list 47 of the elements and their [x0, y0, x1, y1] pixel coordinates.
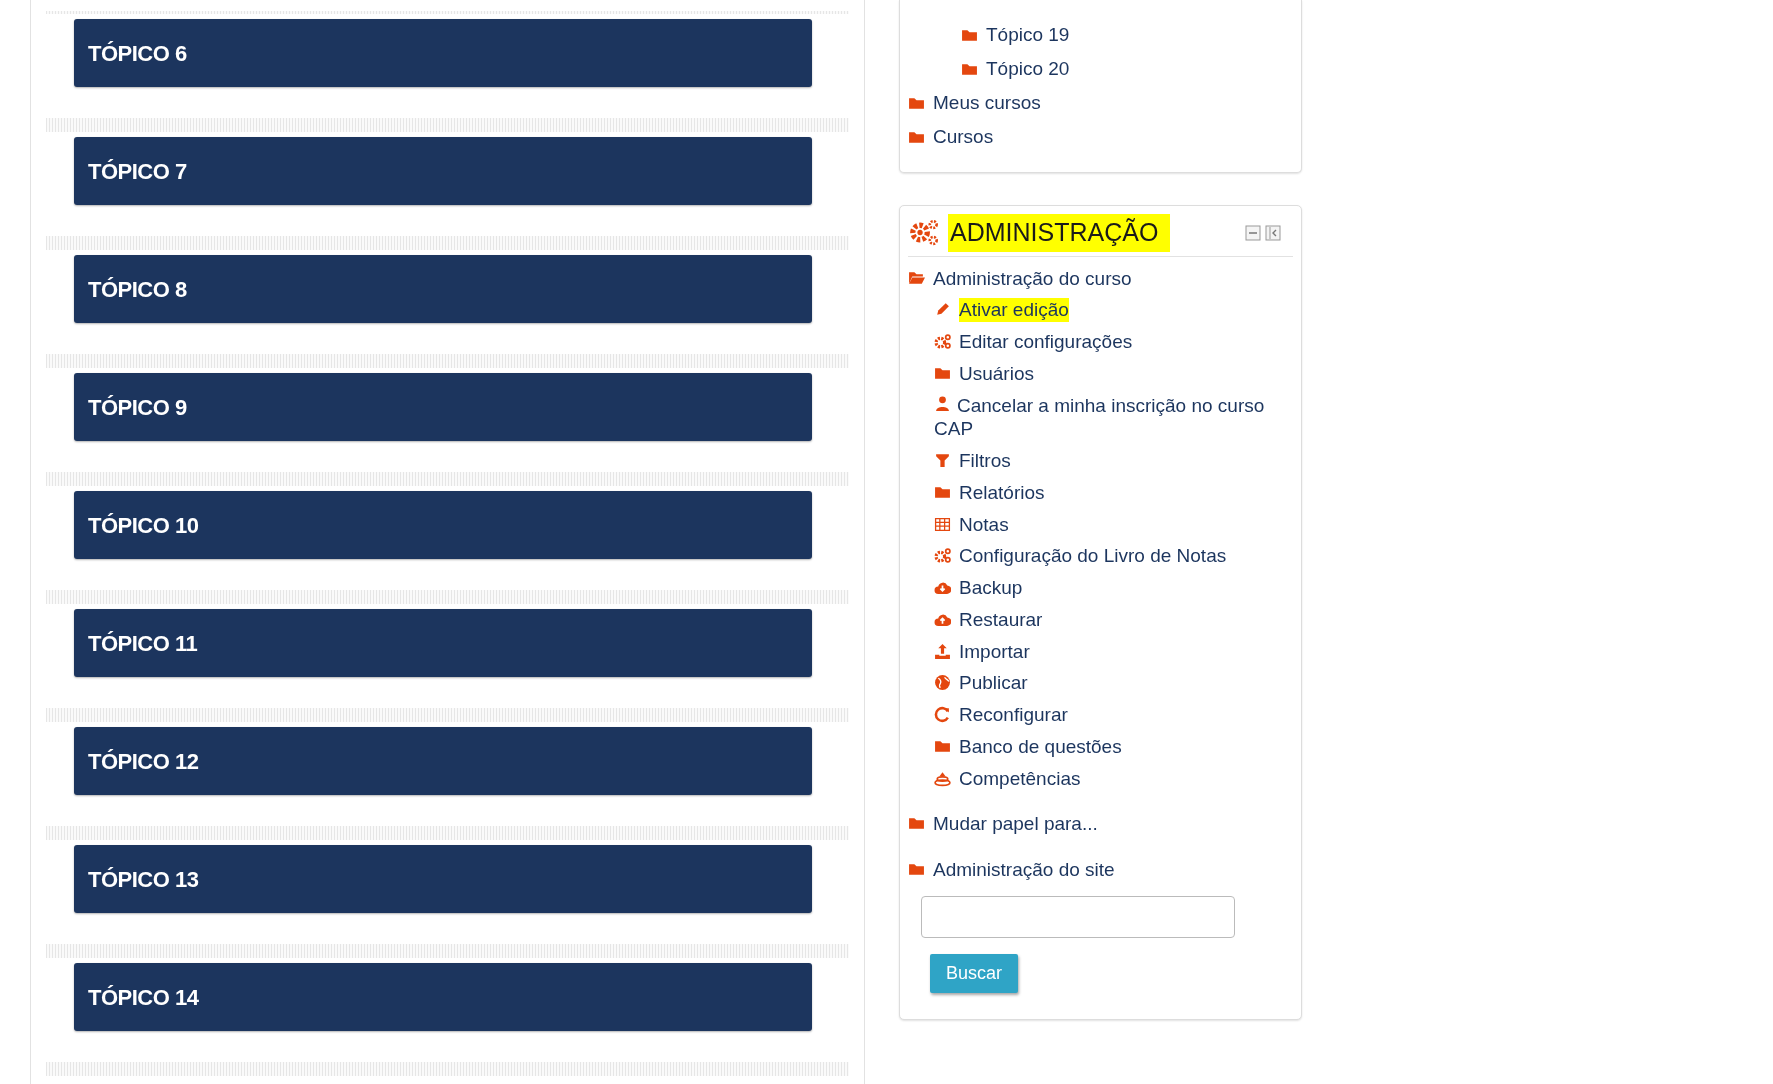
- search-field[interactable]: [921, 895, 1235, 938]
- open-folder-icon: [908, 269, 925, 287]
- menu-link[interactable]: Banco de questões: [959, 734, 1122, 759]
- upload-icon: [934, 642, 951, 660]
- topic-header[interactable]: TÓPICO 14: [74, 963, 812, 1031]
- menu-link[interactable]: Administração do site: [933, 858, 1115, 882]
- panel-title: ADMINISTRAÇÃO: [948, 214, 1171, 252]
- menu-link[interactable]: Relatórios: [959, 480, 1045, 505]
- topic-header[interactable]: TÓPICO 11: [74, 609, 812, 677]
- nav-link[interactable]: Cursos: [933, 122, 994, 152]
- topic-header[interactable]: TÓPICO 6: [74, 19, 812, 87]
- menu-link[interactable]: Notas: [959, 512, 1009, 537]
- grid-icon: [934, 515, 951, 533]
- menu-link[interactable]: Configuração do Livro de Notas: [959, 544, 1227, 568]
- menu-link[interactable]: Cancelar a minha inscrição no curso CAP: [934, 393, 1293, 441]
- topic-header[interactable]: TÓPICO 10: [74, 491, 812, 559]
- folder-icon: [908, 861, 925, 878]
- nav-link[interactable]: Tópico 20: [986, 54, 1070, 84]
- topic-header[interactable]: TÓPICO 7: [74, 137, 812, 205]
- topic-header[interactable]: TÓPICO 13: [74, 845, 812, 913]
- menu-link[interactable]: Filtros: [959, 449, 1011, 473]
- gears-icon: [934, 547, 951, 565]
- funnel-icon: [934, 452, 951, 469]
- topic-header[interactable]: TÓPICO 9: [74, 373, 812, 441]
- menu-link[interactable]: Backup: [959, 576, 1023, 600]
- dock-icon[interactable]: [1265, 224, 1281, 241]
- stack-icon: [934, 769, 951, 787]
- menu-link[interactable]: Mudar papel para...: [933, 812, 1098, 836]
- person-icon: [934, 394, 951, 412]
- menu-link[interactable]: Administração do curso: [933, 266, 1132, 291]
- menu-link[interactable]: Publicar: [959, 671, 1028, 695]
- topic-header[interactable]: TÓPICO 8: [74, 255, 812, 323]
- minimize-icon[interactable]: [1245, 224, 1261, 241]
- menu-link[interactable]: Importar: [959, 639, 1030, 664]
- menu-link[interactable]: Restaurar: [959, 607, 1043, 632]
- gears-icon: [908, 218, 940, 248]
- menu-link[interactable]: Competências: [959, 766, 1081, 791]
- globe-icon: [934, 674, 951, 692]
- nav-link[interactable]: Tópico 19: [986, 20, 1070, 50]
- menu-link[interactable]: Usuários: [959, 361, 1034, 386]
- menu-link[interactable]: Reconfigurar: [959, 703, 1068, 727]
- topic-header[interactable]: TÓPICO 12: [74, 727, 812, 795]
- menu-link[interactable]: Editar configurações: [959, 330, 1133, 354]
- menu-link[interactable]: Ativar edição: [959, 298, 1069, 322]
- gears-icon: [934, 333, 951, 350]
- nav-link[interactable]: Meus cursos: [933, 88, 1041, 118]
- refresh-icon: [934, 706, 951, 723]
